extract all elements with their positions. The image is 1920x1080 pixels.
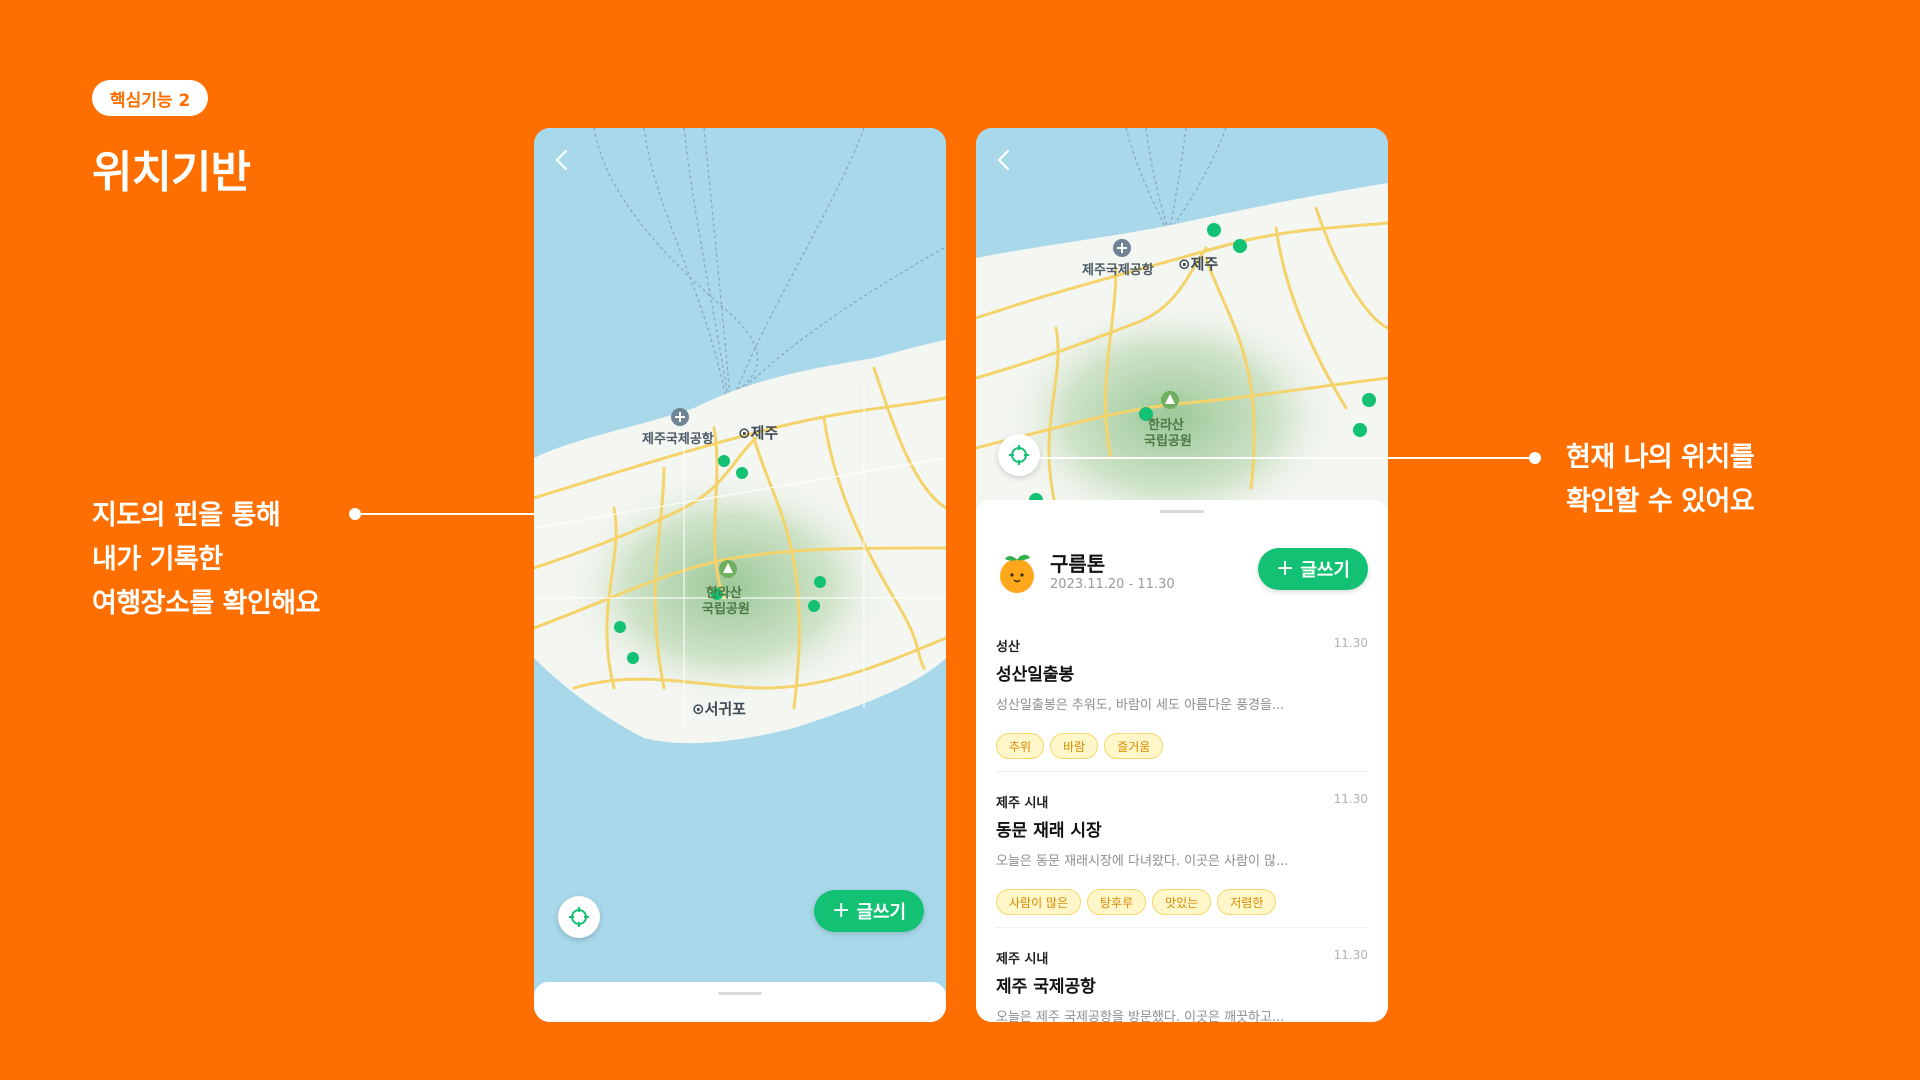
tag[interactable]: 사람이 많은 bbox=[996, 889, 1082, 915]
map-label-national-park: 국립공원 bbox=[1144, 434, 1192, 449]
current-location-button[interactable] bbox=[998, 434, 1040, 476]
tag[interactable]: 맛있는 bbox=[1152, 889, 1212, 915]
entry-region: 제주 시내 bbox=[996, 796, 1049, 811]
map-label-seogwipo: ⊙서귀포 bbox=[692, 700, 746, 718]
callout-connector-right bbox=[1040, 457, 1532, 459]
write-button[interactable]: + 글쓰기 bbox=[814, 890, 925, 932]
list-item[interactable]: 제주 시내 11.30 동문 재래 시장 오늘은 동문 재래시장에 다녀왔다. … bbox=[996, 792, 1368, 915]
bottom-sheet-collapsed[interactable] bbox=[534, 982, 946, 1022]
tangerine-icon bbox=[1000, 554, 1034, 593]
tag-list: 추위 바람 즐거움 bbox=[996, 733, 1368, 759]
sheet-drag-handle[interactable] bbox=[1160, 510, 1204, 513]
callout-current-location: 현재 나의 위치를 확인할 수 있어요 bbox=[1566, 436, 1755, 524]
jeju-map[interactable] bbox=[534, 128, 946, 1022]
callout-line: 내가 기록한 bbox=[92, 544, 223, 575]
tag[interactable]: 탕후루 bbox=[1087, 889, 1147, 915]
callout-map-pins: 지도의 핀을 통해 내가 기록한 여행장소를 확인해요 bbox=[92, 494, 320, 626]
entry-preview: 성산일출봉은 추워도, 바람이 세도 아름다운 풍경을... bbox=[996, 698, 1285, 713]
phone-list-screen: 제주국제공항 ⊙제주 한라산 국립공원 구름톤 2023.11.20 - 11.… bbox=[976, 128, 1388, 1022]
callout-connector-left bbox=[355, 513, 559, 515]
entry-preview: 오늘은 동문 재래시장에 다녀왔다. 이곳은 사람이 많... bbox=[996, 854, 1289, 869]
entry-date: 11.30 bbox=[1333, 792, 1368, 806]
map-label-jeju: ⊙제주 bbox=[738, 424, 779, 442]
trip-name: 구름톤 bbox=[1050, 552, 1106, 576]
tag[interactable]: 추위 bbox=[996, 733, 1045, 759]
map-label-airport: 제주국제공항 bbox=[1082, 263, 1154, 278]
tag-list: 사람이 많은 탕후루 맛있는 저렴한 bbox=[996, 889, 1368, 915]
crosshair-icon bbox=[569, 907, 589, 927]
slide-title: 위치기반 bbox=[92, 147, 251, 198]
write-button[interactable]: + 글쓰기 bbox=[1257, 548, 1368, 590]
tag[interactable]: 저렴한 bbox=[1217, 889, 1277, 915]
plus-icon: + bbox=[832, 898, 851, 923]
divider bbox=[996, 771, 1368, 772]
back-arrow-icon[interactable] bbox=[548, 146, 576, 174]
current-location-button[interactable] bbox=[558, 896, 600, 938]
entry-region: 성산 bbox=[996, 640, 1020, 655]
trip-dates: 2023.11.20 - 11.30 bbox=[1050, 577, 1175, 592]
bottom-sheet-expanded[interactable]: 구름톤 2023.11.20 - 11.30 + 글쓰기 성산 11.30 성산… bbox=[976, 500, 1388, 1022]
callout-line: 지도의 핀을 통해 bbox=[92, 500, 281, 531]
tag[interactable]: 바람 bbox=[1050, 733, 1099, 759]
list-item[interactable]: 제주 시내 11.30 제주 국제공항 오늘은 제주 국제공항을 방문했다. 이… bbox=[996, 948, 1368, 1022]
jeju-map-compact[interactable] bbox=[976, 128, 1388, 528]
back-arrow-icon[interactable] bbox=[990, 146, 1018, 174]
entry-title: 성산일출봉 bbox=[996, 665, 1075, 685]
callout-line: 여행장소를 확인해요 bbox=[92, 588, 320, 619]
entry-title: 동문 재래 시장 bbox=[996, 821, 1102, 841]
map-label-jeju: ⊙제주 bbox=[1178, 255, 1219, 273]
map-label-national-park: 국립공원 bbox=[702, 602, 750, 617]
tag[interactable]: 즐거움 bbox=[1104, 733, 1164, 759]
entry-date: 11.30 bbox=[1333, 948, 1368, 962]
plus-icon: + bbox=[1275, 556, 1295, 581]
crosshair-icon bbox=[1009, 445, 1029, 465]
callout-line: 현재 나의 위치를 bbox=[1566, 442, 1755, 473]
callout-line: 확인할 수 있어요 bbox=[1566, 486, 1755, 517]
divider bbox=[996, 927, 1368, 928]
entry-date: 11.30 bbox=[1333, 636, 1368, 650]
phone-map-screen: 제주국제공항 ⊙제주 한라산 국립공원 ⊙서귀포 + 글쓰기 bbox=[534, 128, 946, 1022]
entry-region: 제주 시내 bbox=[996, 952, 1049, 967]
list-item[interactable]: 성산 11.30 성산일출봉 성산일출봉은 추워도, 바람이 세도 아름다운 풍… bbox=[996, 636, 1368, 759]
write-button-label: 글쓰기 bbox=[1300, 560, 1350, 581]
feature-badge: 핵심기능 2 bbox=[92, 80, 209, 116]
entry-title: 제주 국제공항 bbox=[996, 977, 1096, 997]
write-button-label: 글쓰기 bbox=[856, 902, 907, 923]
sheet-drag-handle[interactable] bbox=[718, 992, 762, 995]
entry-preview: 오늘은 제주 국제공항을 방문했다. 이곳은 깨끗하고... bbox=[996, 1010, 1285, 1022]
map-label-airport: 제주국제공항 bbox=[642, 432, 714, 447]
